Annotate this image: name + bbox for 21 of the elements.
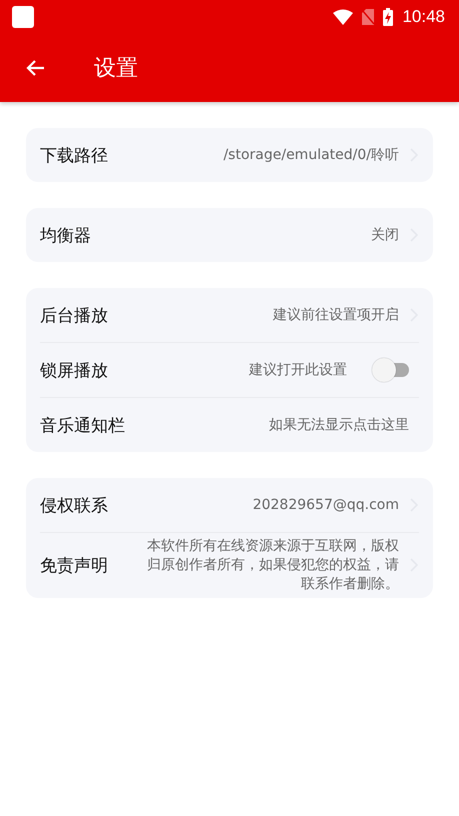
toggle-switch[interactable]: [371, 357, 411, 383]
setting-value: 建议打开此设置: [248, 360, 347, 380]
setting-value: /storage/emulated/0/聆听: [222, 146, 399, 165]
setting-label[interactable]: 后台播放: [40, 304, 108, 326]
setting-value: 本软件所有在线资源来源于互联网，版权归原创作者所有，如果侵犯您的权益，请联系作者删除。: [146, 537, 399, 594]
wifi-icon: [333, 8, 354, 24]
setting-value: 关闭: [370, 226, 399, 245]
setting-value: 202829657@qq.com: [252, 496, 399, 515]
setting-label[interactable]: 下载路径: [40, 144, 108, 166]
setting-value: 建议前往设置项开启: [272, 306, 399, 325]
setting-label[interactable]: 免责声明: [40, 554, 108, 577]
notification-icon: [12, 6, 34, 28]
setting-label[interactable]: 音乐通知栏: [40, 414, 125, 436]
setting-label[interactable]: 锁屏播放: [40, 358, 108, 382]
battery-charging-icon: [383, 8, 394, 26]
setting-value: 如果无法显示点击这里: [268, 416, 409, 435]
page-title: 设置: [94, 54, 138, 82]
clock-time: 10:48: [402, 6, 445, 26]
setting-label[interactable]: 侵权联系: [40, 494, 108, 516]
setting-label[interactable]: 均衡器: [40, 224, 91, 246]
no-sim-icon: [362, 8, 374, 24]
